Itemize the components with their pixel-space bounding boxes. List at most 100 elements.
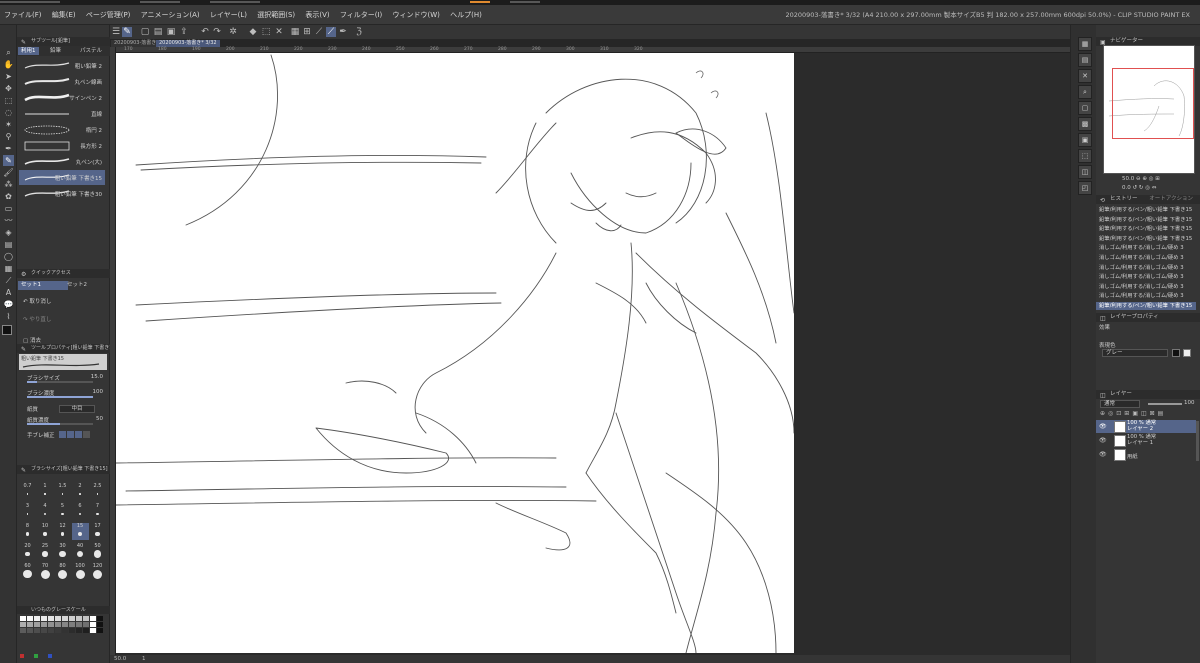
fill-tool-icon[interactable]: ◈ (3, 227, 14, 238)
stabilization-step[interactable] (67, 431, 74, 438)
brush-size-option[interactable]: 70 (37, 563, 54, 580)
menu-page[interactable]: ページ管理(P) (82, 5, 135, 25)
magic-wand-icon[interactable]: ✶ (3, 119, 14, 130)
brush-item[interactable]: サインペン 2 (19, 90, 105, 105)
brush-size-option[interactable]: 2 (72, 483, 89, 500)
brush-item[interactable]: 丸ペン線画 (19, 74, 105, 89)
blend-mode-select[interactable]: 通常 (1100, 400, 1140, 408)
layer-row-active[interactable]: 👁 100 % 通常 レイヤー 2 (1096, 420, 1196, 433)
balloon-tool-icon[interactable]: 💬 (3, 299, 14, 310)
brush-size-option[interactable]: 17 (89, 523, 106, 540)
color-swatch[interactable] (90, 628, 96, 633)
airbrush-tool-icon[interactable]: ⁂ (3, 179, 14, 190)
color-swatch[interactable] (41, 616, 47, 621)
subtool-tab-3[interactable]: パステル (77, 47, 105, 55)
snap-icon[interactable]: ⊞ (302, 27, 312, 37)
brush-size-option[interactable]: 40 (72, 543, 89, 560)
menu-help[interactable]: ヘルプ(H) (446, 5, 486, 25)
color-swatch[interactable] (55, 616, 61, 621)
menu-edit[interactable]: 編集(E) (48, 5, 80, 25)
undo-icon[interactable]: ↶ (200, 27, 210, 37)
color-swatch[interactable] (62, 616, 68, 621)
brush-size-option[interactable]: 6 (72, 503, 89, 520)
brush-tool-icon[interactable]: 🖌 (3, 167, 14, 178)
brush-size-option[interactable]: 10 (37, 523, 54, 540)
paper-density-row[interactable]: 紙質濃度 50 (23, 416, 107, 425)
history-item[interactable]: 鉛筆/利用する/ペン/粗い鉛筆 下書き15 (1096, 216, 1196, 224)
brush-size-option[interactable]: 25 (37, 543, 54, 560)
color-swatch[interactable] (83, 616, 89, 621)
brush-item[interactable]: 直線 (19, 106, 105, 121)
history-title[interactable]: ヒストリー (1110, 196, 1138, 202)
color-swatch[interactable] (97, 628, 103, 633)
navigator-rotate[interactable]: 0.0 ↺ ↻ ◎ ⇔ (1122, 185, 1156, 191)
brush-size-option[interactable]: 3 (19, 503, 36, 520)
settings-icon[interactable]: ✲ (228, 27, 238, 37)
stabilization-step[interactable] (59, 431, 66, 438)
visibility-eye-icon[interactable]: 👁 (1099, 437, 1107, 444)
pen-tool-icon[interactable]: ✒ (3, 143, 14, 154)
stabilization-level[interactable] (59, 431, 91, 440)
canvas-paper[interactable] (116, 53, 794, 653)
transform-icon[interactable]: ⬚ (261, 27, 271, 37)
color-swatch[interactable] (20, 628, 26, 633)
snap-to-ruler-icon[interactable]: ⟋ (326, 27, 336, 37)
layer-scrollbar[interactable] (1196, 421, 1199, 461)
figure-tool-icon[interactable]: ◯ (3, 251, 14, 262)
brush-item-active[interactable]: 粗い鉛筆 下書き15 (19, 170, 105, 185)
color-swatch[interactable] (48, 628, 54, 633)
color-swatch[interactable] (76, 616, 82, 621)
color-swatch[interactable] (55, 622, 61, 627)
menu-animation[interactable]: アニメーション(A) (137, 5, 204, 25)
close-view-icon[interactable]: ✕ (1078, 69, 1092, 83)
text-tool-icon[interactable]: A (3, 287, 14, 298)
open-file-icon[interactable]: ▤ (153, 27, 163, 37)
new-file-icon[interactable]: ▢ (140, 27, 150, 37)
status-page[interactable]: 1 (142, 656, 146, 662)
material-pattern-icon[interactable]: ▩ (1078, 117, 1092, 131)
color-swatch[interactable] (41, 622, 47, 627)
brush-size-option[interactable]: 60 (19, 563, 36, 580)
brush-size-option[interactable]: 120 (89, 563, 106, 580)
lasso-tool-icon[interactable]: ◌ (3, 107, 14, 118)
color-swatch[interactable] (62, 622, 68, 627)
opacity-value[interactable]: 100 (1184, 400, 1195, 406)
menu-layer[interactable]: レイヤー(L) (206, 5, 251, 25)
brush-size-option[interactable]: 15 (71, 523, 89, 540)
color-swatch[interactable] (34, 616, 40, 621)
history-item-active[interactable]: 鉛筆/利用する/ペン/粗い鉛筆 下書き15 (1096, 302, 1196, 310)
expression-color-swatch[interactable] (1183, 349, 1191, 357)
stabilization-step[interactable] (75, 431, 82, 438)
export-icon[interactable]: ⇪ (179, 27, 189, 37)
paper-texture-value[interactable]: 中目 (59, 405, 95, 413)
ruler-tool-icon[interactable]: ⟋ (3, 275, 14, 286)
subtool-tab-1[interactable]: 利用1 (18, 47, 39, 55)
color-swatch[interactable] (20, 622, 26, 627)
color-swatch[interactable] (20, 616, 26, 621)
main-color-swatch[interactable] (2, 325, 12, 335)
auto-action-tab[interactable]: オートアクション (1149, 196, 1193, 202)
brush-item[interactable]: 粗い鉛筆 下書き30 (19, 186, 105, 201)
history-item[interactable]: 鉛筆/利用する/ペン/粗い鉛筆 下書き15 (1096, 225, 1196, 233)
brush-size-option[interactable]: 1.5 (54, 483, 71, 500)
color-swatch[interactable] (69, 628, 75, 633)
brush-size-option[interactable]: 100 (72, 563, 89, 580)
selection-tool-icon[interactable]: ⬚ (3, 95, 14, 106)
hand-tool-icon[interactable]: ✋ (3, 59, 14, 70)
menu-window[interactable]: ウィンドウ(W) (389, 5, 444, 25)
page-icon[interactable]: ▢ (1078, 101, 1092, 115)
eraser-tool-icon[interactable]: ▭ (3, 203, 14, 214)
brush-size-option[interactable]: 1 (37, 483, 54, 500)
brush-size-option[interactable]: 30 (54, 543, 71, 560)
color-swatch[interactable] (27, 622, 33, 627)
ruler-snap-icon[interactable]: ⟋ (314, 27, 324, 37)
history-item[interactable]: 消しゴム/利用する/消しゴム/硬め 3 (1096, 254, 1196, 262)
history-item[interactable]: 鉛筆/利用する/ペン/粗い鉛筆 下書き15 (1096, 235, 1196, 243)
expression-color-swatch[interactable] (1172, 349, 1180, 357)
layer-row[interactable]: 👁 用紙 (1096, 448, 1196, 461)
brush-size-option[interactable]: 50 (89, 543, 106, 560)
brush-item[interactable]: 楕円 2 (19, 122, 105, 137)
picture-icon[interactable]: ▣ (1078, 133, 1092, 147)
save-icon[interactable]: ▣ (166, 27, 176, 37)
search-layer-icon[interactable]: ⌕ (1078, 85, 1092, 99)
